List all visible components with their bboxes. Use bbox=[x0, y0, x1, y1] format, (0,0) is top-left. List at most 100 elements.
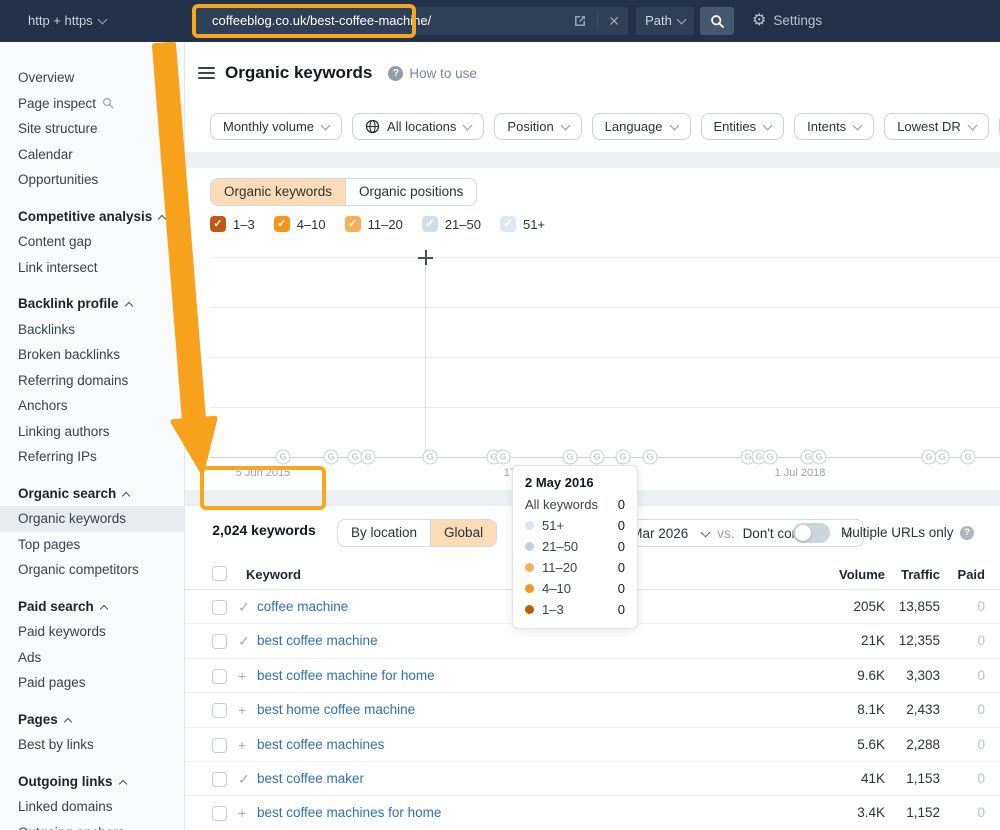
column-header-keyword[interactable]: Keyword bbox=[246, 567, 301, 582]
sidebar-item-paid-search[interactable]: Paid search bbox=[0, 594, 184, 620]
row-action-icon[interactable]: + bbox=[238, 693, 246, 727]
row-action-icon[interactable]: ✓ bbox=[238, 762, 250, 796]
sidebar-item-outgoing-links[interactable]: Outgoing links bbox=[0, 769, 184, 795]
open-external-icon[interactable] bbox=[573, 14, 587, 28]
row-checkbox[interactable] bbox=[212, 600, 227, 615]
position-range-label: 11–20 bbox=[368, 217, 403, 232]
question-circle-icon[interactable]: ? bbox=[388, 66, 403, 81]
sidebar-item-paid-keywords[interactable]: Paid keywords bbox=[0, 619, 184, 645]
google-update-marker[interactable]: G bbox=[423, 450, 438, 465]
series-dot-icon bbox=[525, 521, 534, 530]
sidebar-item-page-inspect[interactable]: Page inspect bbox=[0, 91, 184, 117]
sidebar-item-competitive-analysis[interactable]: Competitive analysis bbox=[0, 204, 184, 230]
keyword-link[interactable]: best coffee machine for home bbox=[257, 659, 435, 693]
row-checkbox[interactable] bbox=[212, 738, 227, 753]
row-action-icon[interactable]: + bbox=[238, 796, 246, 830]
path-mode-selector[interactable]: Path bbox=[636, 7, 694, 35]
filter-chip-all-locations[interactable]: All locations bbox=[352, 113, 484, 140]
sidebar-item-referring-ips[interactable]: Referring IPs bbox=[0, 444, 184, 470]
menu-icon[interactable] bbox=[198, 64, 215, 82]
tab-by-location[interactable]: By location bbox=[338, 520, 430, 546]
column-header-volume[interactable]: Volume bbox=[839, 567, 885, 582]
filter-chip-position[interactable]: Position bbox=[494, 113, 581, 140]
sidebar-item-ads[interactable]: Ads bbox=[0, 645, 184, 671]
sidebar-item-organic-keywords[interactable]: Organic keywords bbox=[0, 506, 184, 532]
position-range-checkbox[interactable]: ✓21–50 bbox=[422, 216, 481, 232]
column-header-traffic[interactable]: Traffic bbox=[901, 567, 940, 582]
protocol-selector[interactable]: http + https bbox=[28, 0, 106, 42]
sidebar-item-content-gap[interactable]: Content gap bbox=[0, 229, 184, 255]
sidebar-item-organic-competitors[interactable]: Organic competitors bbox=[0, 557, 184, 583]
keyword-link[interactable]: best coffee maker bbox=[257, 762, 364, 796]
tab-organic-keywords[interactable]: Organic keywords bbox=[211, 179, 345, 205]
tab-global[interactable]: Global bbox=[430, 520, 496, 546]
sidebar-item-referring-domains[interactable]: Referring domains bbox=[0, 368, 184, 394]
position-range-checkbox[interactable]: ✓51+ bbox=[500, 216, 545, 232]
google-update-marker[interactable]: G bbox=[643, 450, 658, 465]
sidebar-item-calendar[interactable]: Calendar bbox=[0, 142, 184, 168]
keyword-link[interactable]: best coffee machines for home bbox=[257, 796, 441, 830]
google-update-marker[interactable]: G bbox=[563, 450, 578, 465]
sidebar-item-anchors[interactable]: Anchors bbox=[0, 393, 184, 419]
google-update-marker[interactable]: G bbox=[961, 450, 976, 465]
sidebar-item-organic-search[interactable]: Organic search bbox=[0, 481, 184, 507]
google-update-marker[interactable]: G bbox=[590, 450, 605, 465]
sidebar-item-link-intersect[interactable]: Link intersect bbox=[0, 255, 184, 281]
filter-chip-language[interactable]: Language bbox=[592, 113, 691, 140]
position-range-checkbox[interactable]: ✓4–10 bbox=[274, 216, 326, 232]
sidebar-item-outgoing-anchors[interactable]: Outgoing anchors bbox=[0, 820, 184, 830]
sidebar-item-broken-backlinks[interactable]: Broken backlinks bbox=[0, 342, 184, 368]
filter-chip-monthly-volume[interactable]: Monthly volume bbox=[210, 113, 342, 140]
google-update-marker[interactable]: G bbox=[616, 450, 631, 465]
filter-chip-label: Position bbox=[507, 119, 553, 134]
sidebar-item-linked-domains[interactable]: Linked domains bbox=[0, 794, 184, 820]
tab-organic-positions[interactable]: Organic positions bbox=[345, 179, 476, 205]
keyword-link[interactable]: best coffee machine bbox=[257, 624, 378, 658]
sidebar-item-site-structure[interactable]: Site structure bbox=[0, 116, 184, 142]
sidebar-item-best-by-links[interactable]: Best by links bbox=[0, 732, 184, 758]
sidebar-item-linking-authors[interactable]: Linking authors bbox=[0, 419, 184, 445]
keyword-link[interactable]: best coffee machines bbox=[257, 728, 384, 762]
position-range-checkbox[interactable]: ✓1–3 bbox=[210, 216, 255, 232]
row-checkbox[interactable] bbox=[212, 703, 227, 718]
row-checkbox[interactable] bbox=[212, 806, 227, 821]
row-checkbox[interactable] bbox=[212, 634, 227, 649]
keyword-link[interactable]: coffee machine bbox=[257, 590, 348, 624]
sidebar-item-pages[interactable]: Pages bbox=[0, 707, 184, 733]
sidebar-item-overview[interactable]: Overview bbox=[0, 65, 184, 91]
sidebar-item-opportunities[interactable]: Opportunities bbox=[0, 167, 184, 193]
google-update-marker[interactable]: G bbox=[496, 450, 511, 465]
google-update-marker[interactable]: G bbox=[324, 450, 339, 465]
url-input[interactable]: coffeeblog.co.uk/best-coffee-machine/ ✕ bbox=[196, 7, 628, 35]
how-to-use-link[interactable]: How to use bbox=[409, 66, 477, 81]
row-action-icon[interactable]: + bbox=[238, 659, 246, 693]
sidebar-item-backlink-profile[interactable]: Backlink profile bbox=[0, 291, 184, 317]
clear-url-icon[interactable]: ✕ bbox=[608, 7, 620, 35]
sidebar-item-paid-pages[interactable]: Paid pages bbox=[0, 670, 184, 696]
google-update-marker[interactable]: G bbox=[276, 450, 291, 465]
column-header-paid[interactable]: Paid bbox=[958, 567, 985, 582]
multiple-urls-toggle[interactable] bbox=[793, 523, 830, 543]
search-button[interactable] bbox=[700, 7, 734, 35]
select-all-checkbox[interactable] bbox=[212, 566, 227, 581]
google-update-marker[interactable]: G bbox=[935, 450, 950, 465]
row-checkbox[interactable] bbox=[212, 772, 227, 787]
position-range-checkbox[interactable]: ✓11–20 bbox=[345, 216, 403, 232]
row-action-icon[interactable]: ✓ bbox=[238, 590, 250, 624]
sidebar-item-top-pages[interactable]: Top pages bbox=[0, 532, 184, 558]
filter-chip-intents[interactable]: Intents bbox=[794, 113, 874, 140]
google-update-marker[interactable]: G bbox=[361, 450, 376, 465]
filter-chip-lowest-dr[interactable]: Lowest DR bbox=[884, 113, 989, 140]
row-checkbox[interactable] bbox=[212, 669, 227, 684]
row-action-icon[interactable]: + bbox=[238, 728, 246, 762]
filter-chip-entities[interactable]: Entities bbox=[701, 113, 785, 140]
google-update-marker[interactable]: G bbox=[812, 450, 827, 465]
row-action-icon[interactable]: ✓ bbox=[238, 624, 250, 658]
tooltip-series-row: 51+0 bbox=[525, 515, 625, 536]
sidebar-item-backlinks[interactable]: Backlinks bbox=[0, 317, 184, 343]
settings-button[interactable]: ⚙Settings bbox=[752, 0, 822, 42]
google-update-marker[interactable]: G bbox=[763, 450, 778, 465]
sidebar-item-label: Paid keywords bbox=[18, 624, 106, 639]
question-circle-icon[interactable]: ? bbox=[960, 526, 974, 540]
keyword-link[interactable]: best home coffee machine bbox=[257, 693, 415, 727]
